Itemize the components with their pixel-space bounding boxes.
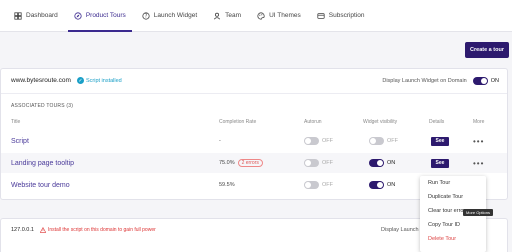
tab-label: Dashboard	[26, 12, 58, 19]
card-icon	[317, 12, 325, 19]
tab-ui-themes[interactable]: UI Themes	[249, 0, 309, 32]
more-options-icon[interactable]: •••	[473, 159, 484, 168]
team-icon	[214, 12, 221, 19]
display-widget-state: ON	[490, 78, 499, 84]
script-installed-status: ✓ Script installed	[76, 77, 122, 84]
col-completion: Completion Rate	[219, 119, 257, 125]
tab-label: Product Tours	[85, 12, 126, 19]
domain-name: 127.0.0.1	[11, 227, 34, 233]
completion-rate: 59.5%	[219, 182, 235, 188]
table-row: Script - OFF OFF See •••	[1, 131, 507, 151]
col-widget-visibility: Widget visibility	[363, 119, 398, 125]
compass-icon	[74, 11, 82, 20]
tab-launch-widget[interactable]: ? Launch Widget	[134, 0, 205, 32]
install-warning[interactable]: Install the script on this domain to gai…	[39, 227, 156, 233]
create-tour-button[interactable]: Create a tour	[465, 42, 509, 58]
more-options-tooltip: More Options	[463, 209, 494, 216]
see-details-button[interactable]: See	[431, 158, 449, 168]
widget-visibility-state: OFF	[387, 138, 398, 144]
autorun-state: OFF	[322, 160, 333, 166]
help-circle-icon: ?	[142, 11, 150, 19]
menu-run-tour[interactable]: Run Tour	[420, 176, 486, 190]
autorun-toggle[interactable]	[304, 137, 319, 145]
see-details-button[interactable]: See	[431, 136, 449, 146]
widget-visibility-toggle[interactable]	[369, 181, 384, 189]
tab-product-tours[interactable]: Product Tours	[66, 0, 134, 32]
installed-label: Script installed	[85, 77, 122, 84]
dashboard-icon	[14, 11, 22, 20]
col-more: More	[473, 119, 485, 125]
col-title: Title	[11, 119, 21, 125]
completion-rate: 75.0%	[219, 160, 235, 166]
check-icon: ✓	[76, 77, 84, 84]
tab-label: UI Themes	[269, 12, 301, 19]
associated-tours-heading: ASSOCIATED TOURS (3)	[11, 103, 74, 109]
domain-header: www.bytesroute.com ✓ Script installed	[11, 77, 122, 84]
domain-name: www.bytesroute.com	[11, 77, 71, 84]
error-badge[interactable]: 2 errors	[237, 159, 263, 167]
autorun-toggle[interactable]	[304, 159, 319, 167]
tab-team[interactable]: Team	[205, 0, 249, 32]
completion-rate: -	[219, 138, 221, 144]
tab-dashboard[interactable]: Dashboard	[6, 0, 66, 32]
warning-icon	[39, 227, 46, 233]
divider	[1, 93, 507, 94]
autorun-state: OFF	[322, 182, 333, 188]
tour-title-link[interactable]: Website tour demo	[11, 182, 70, 189]
tab-label: Launch Widget	[153, 12, 198, 19]
top-nav: Dashboard Product Tours ? Launch Widget …	[0, 0, 512, 32]
table-row: Landing page tooltip 75.0% 2 errors OFF O…	[1, 153, 507, 173]
display-widget-label: Display Launch Widget on Domain	[382, 78, 467, 84]
tab-label: Team	[225, 12, 242, 19]
widget-visibility-state: ON	[387, 182, 396, 188]
domain-header: 127.0.0.1 Install the script on this dom…	[11, 227, 156, 233]
more-options-icon[interactable]: •••	[473, 137, 484, 146]
menu-delete-tour[interactable]: Delete Tour	[420, 232, 486, 246]
widget-visibility-state: ON	[387, 160, 396, 166]
widget-visibility-toggle[interactable]	[369, 159, 384, 167]
display-widget-toggle[interactable]	[472, 77, 488, 85]
display-widget-label: Display Launch	[381, 227, 419, 233]
tour-title-link[interactable]: Script	[11, 138, 29, 145]
autorun-state: OFF	[322, 138, 333, 144]
palette-icon	[257, 11, 265, 20]
col-details: Details	[429, 119, 445, 125]
install-warning-text: Install the script on this domain to gai…	[47, 227, 156, 233]
menu-copy-tour-id[interactable]: Copy Tour ID	[420, 218, 486, 232]
tab-subscription[interactable]: Subscription	[309, 0, 373, 32]
tour-title-link[interactable]: Landing page tooltip	[11, 160, 74, 167]
autorun-toggle[interactable]	[304, 181, 319, 189]
display-widget-setting: Display Launch Widget on Domain ON	[382, 77, 499, 85]
widget-visibility-toggle[interactable]	[369, 137, 384, 145]
col-autorun: Autorun	[304, 119, 322, 125]
menu-duplicate-tour[interactable]: Duplicate Tour	[420, 190, 486, 204]
tab-label: Subscription	[328, 12, 365, 19]
